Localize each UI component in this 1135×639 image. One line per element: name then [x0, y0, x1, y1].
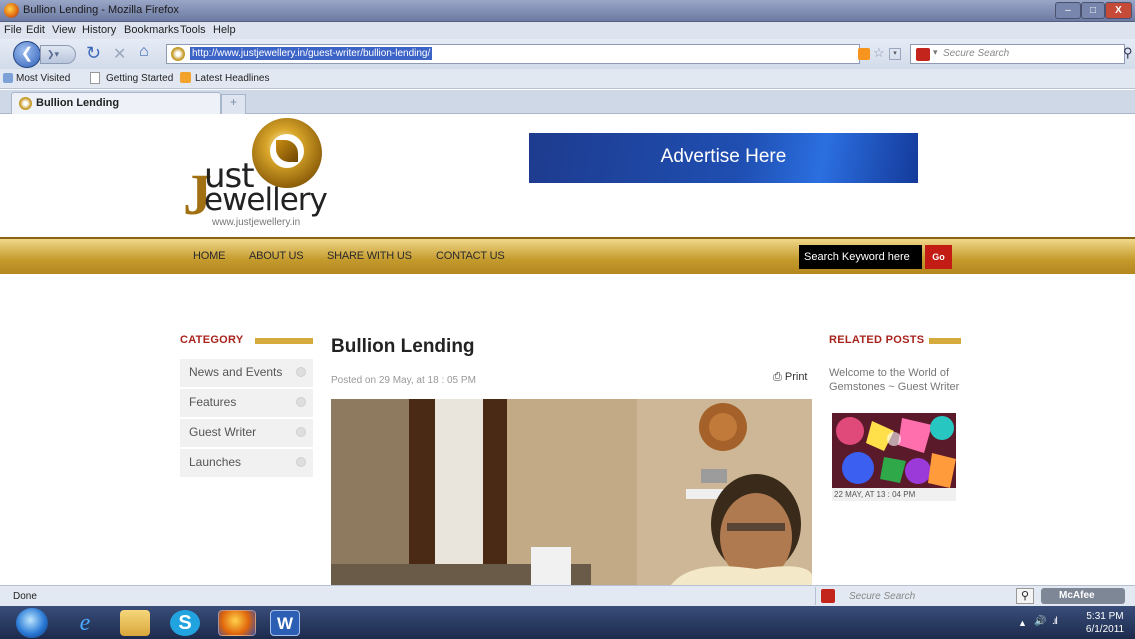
mcafee-shield-icon	[916, 48, 930, 61]
close-button[interactable]: X	[1105, 2, 1132, 19]
menu-history[interactable]: History	[82, 24, 116, 36]
mcafee-button[interactable]: McAfee	[1041, 588, 1125, 604]
gemstones-image	[832, 413, 956, 488]
rss-icon	[180, 72, 191, 83]
menu-help[interactable]: Help	[213, 24, 236, 36]
clock-time[interactable]: 5:31 PM	[1083, 611, 1127, 622]
category-label: Features	[189, 395, 237, 409]
nav-home[interactable]: HOME	[193, 250, 225, 262]
status-search-icon[interactable]: ⚲	[1016, 588, 1034, 604]
related-posts-heading: RELATED POSTS	[829, 334, 925, 346]
category-features[interactable]: Features	[180, 389, 313, 418]
category-news-and-events[interactable]: News and Events	[180, 359, 313, 388]
home-icon[interactable]: ⌂	[139, 43, 149, 61]
minimize-button[interactable]: –	[1055, 2, 1081, 19]
post-photo	[331, 399, 812, 585]
menu-bar: File Edit View History Bookmarks Tools H…	[0, 22, 1135, 39]
bookmarks-toolbar: Most Visited Getting Started Latest Head…	[0, 69, 1135, 89]
reload-icon[interactable]: ↻	[86, 43, 101, 64]
forward-button[interactable]: ❯▾	[40, 45, 76, 64]
bookmark-star-icon[interactable]: ☆	[873, 45, 885, 61]
print-label: Print	[784, 371, 808, 383]
clock-date[interactable]: 6/1/2011	[1083, 624, 1127, 635]
category-launches[interactable]: Launches	[180, 449, 313, 478]
status-bar: Done Secure Search ⚲ McAfee	[0, 585, 1135, 606]
folder-icon[interactable]	[120, 610, 150, 636]
tab-bullion-lending[interactable]: Bullion Lending	[11, 92, 221, 114]
logo-text-ewellery[interactable]: ewellery	[204, 182, 328, 218]
category-label: Guest Writer	[189, 425, 257, 439]
bookmark-getting-started[interactable]: Getting Started	[106, 73, 173, 84]
menu-tools[interactable]: Tools	[180, 24, 206, 36]
search-engine-dropdown-icon[interactable]: ▾	[933, 47, 938, 58]
related-post-thumbnail[interactable]	[832, 413, 956, 488]
search-placeholder: Secure Search	[943, 48, 1010, 59]
category-guest-writer[interactable]: Guest Writer	[180, 419, 313, 448]
most-visited-icon	[3, 73, 13, 83]
tray-arrow-icon[interactable]: ▲	[1018, 618, 1027, 628]
site-search-input[interactable]: Search Keyword here	[799, 245, 922, 269]
rss-feed-icon[interactable]	[858, 48, 870, 60]
advertise-banner[interactable]: Advertise Here	[529, 133, 918, 183]
status-secure-search[interactable]: Secure Search	[849, 591, 915, 602]
internet-explorer-icon[interactable]: e	[70, 610, 100, 636]
related-posts-heading-bar	[929, 338, 961, 344]
logo-url: www.justjewellery.in	[212, 217, 301, 228]
window-title: Bullion Lending - Mozilla Firefox	[23, 4, 179, 16]
menu-bookmarks[interactable]: Bookmarks	[124, 24, 179, 36]
nav-contact-us[interactable]: CONTACT US	[436, 250, 505, 262]
stop-icon[interactable]: ✕	[113, 44, 126, 64]
printer-icon: ⎙	[773, 371, 782, 383]
category-heading-bar	[255, 338, 313, 344]
start-button[interactable]	[16, 608, 48, 638]
tab-favicon-icon	[19, 97, 32, 110]
post-title: Bullion Lending	[331, 336, 475, 357]
related-post-date: 22 MAY, AT 13 : 04 PM	[832, 488, 956, 501]
url-text[interactable]: http://www.justjewellery.in/guest-writer…	[190, 47, 433, 60]
skype-icon[interactable]: S	[170, 610, 200, 636]
status-text: Done	[13, 591, 37, 602]
dropdown-icon[interactable]: ▾	[889, 48, 901, 60]
category-heading: CATEGORY	[180, 334, 244, 346]
search-icon[interactable]: ⚲	[1123, 45, 1133, 61]
menu-file[interactable]: File	[4, 24, 22, 36]
window-titlebar: Bullion Lending - Mozilla Firefox – □ X	[0, 0, 1135, 22]
site-search-go-button[interactable]: Go	[925, 245, 952, 269]
site-navigation	[0, 237, 1135, 274]
tab-label: Bullion Lending	[36, 97, 120, 109]
search-box[interactable]: ▾ Secure Search	[910, 44, 1125, 64]
back-button[interactable]: ❮	[13, 41, 41, 68]
network-signal-icon[interactable]: .ıl	[1052, 616, 1058, 627]
maximize-button[interactable]: □	[1081, 2, 1105, 19]
bullet-icon	[296, 397, 306, 407]
related-post-title[interactable]: Welcome to the World of Gemstones ~ Gues…	[829, 366, 969, 394]
word-icon[interactable]: W	[270, 610, 300, 636]
volume-icon[interactable]: 🔊	[1034, 616, 1046, 627]
firefox-icon	[4, 3, 19, 18]
nav-share-with-us[interactable]: SHARE WITH US	[327, 250, 412, 262]
page-icon	[90, 72, 100, 84]
bullet-icon	[296, 367, 306, 377]
category-label: News and Events	[189, 365, 283, 379]
category-label: Launches	[189, 455, 242, 469]
menu-view[interactable]: View	[52, 24, 76, 36]
bookmark-latest-headlines[interactable]: Latest Headlines	[195, 73, 270, 84]
print-button[interactable]: ⎙ Print	[773, 371, 808, 384]
post-meta: Posted on 29 May, at 18 : 05 PM	[331, 375, 476, 386]
post-photo-illustration	[331, 399, 812, 585]
nav-about-us[interactable]: ABOUT US	[249, 250, 304, 262]
firefox-taskbar-icon[interactable]	[218, 610, 256, 636]
bookmark-most-visited[interactable]: Most Visited	[16, 73, 70, 84]
bullet-icon	[296, 457, 306, 467]
bullet-icon	[296, 427, 306, 437]
new-tab-button[interactable]: +	[221, 94, 246, 114]
menu-edit[interactable]: Edit	[26, 24, 45, 36]
site-favicon-icon	[171, 47, 185, 61]
